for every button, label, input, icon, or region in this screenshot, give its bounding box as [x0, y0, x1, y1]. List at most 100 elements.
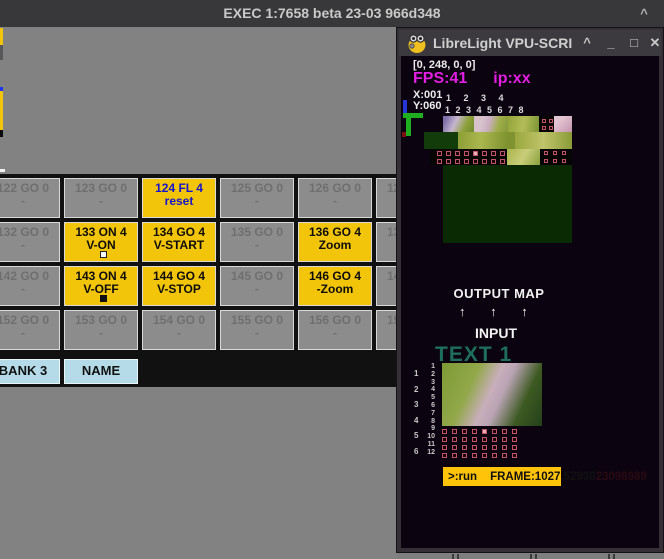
exec-button-line1: 122 GO 0	[0, 182, 59, 195]
led-indicator	[482, 151, 487, 156]
output-map-label: OUTPUT MAP	[446, 286, 552, 301]
exec-button-line2: -	[299, 195, 371, 208]
exec-button-126[interactable]: 126 GO 0-	[298, 178, 372, 218]
exec-button-132[interactable]: 132 GO 0-	[0, 222, 60, 262]
led-indicator	[462, 445, 467, 450]
exec-button-145[interactable]: 145 GO 0-	[220, 266, 294, 306]
green-corner-marker	[406, 113, 411, 136]
exec-button-line2: V-STOP	[143, 283, 215, 296]
exec-button-154[interactable]: 154 GO 0-	[142, 310, 216, 350]
led-indicator	[491, 159, 496, 164]
exec-button-123[interactable]: 123 GO 0-	[64, 178, 138, 218]
led-indicator	[549, 119, 553, 123]
led-indicator	[452, 453, 457, 458]
led-indicator	[500, 151, 505, 156]
exec-button-line2: -	[0, 327, 59, 340]
y-coordinate: Y:060	[413, 100, 442, 112]
exec-button-142[interactable]: 142 GO 0-	[0, 266, 60, 306]
led-indicator	[553, 159, 557, 163]
led-indicator	[446, 151, 451, 156]
led-indicator	[500, 159, 505, 164]
led-indicator	[473, 151, 478, 156]
led-indicator	[452, 437, 457, 442]
exec-button-line2: -	[221, 239, 293, 252]
bank-button[interactable]: BANK 3	[0, 359, 60, 384]
frame-counter-overflow: 23098989	[596, 471, 647, 483]
led-indicator	[482, 453, 487, 458]
video-thumb-tile	[458, 132, 515, 149]
shade-icon[interactable]: ^	[634, 0, 654, 27]
led-indicator	[472, 429, 477, 434]
exec-button-152[interactable]: 152 GO 0-	[0, 310, 60, 350]
name-button[interactable]: NAME	[64, 359, 138, 384]
mapping-arrows-icon: ↑ ↑ ↑	[459, 304, 528, 319]
exec-button-line2: Zoom	[299, 239, 371, 252]
row-numbers-small: 1 2 3 4 5 6 7 8 9 10 11 12	[427, 363, 435, 457]
led-indicator	[462, 453, 467, 458]
vpu-titlebar[interactable]: LibreLight VPU-SCRI ^ _ □ ✕	[399, 30, 661, 56]
exec-button-136[interactable]: 136 GO 4Zoom	[298, 222, 372, 262]
exec-button-153[interactable]: 153 GO 0-	[64, 310, 138, 350]
led-indicator	[512, 437, 517, 442]
status-bar: >:run FRAME:1027.52938 23098989	[443, 467, 561, 486]
led-indicator	[472, 437, 477, 442]
led-indicator	[512, 429, 517, 434]
exec-button-133[interactable]: 133 ON 4V-ON	[64, 222, 138, 262]
exec-button-155[interactable]: 155 GO 0-	[220, 310, 294, 350]
exec-button-144[interactable]: 144 GO 4V-STOP	[142, 266, 216, 306]
exec-button-line1: 132 GO 0	[0, 226, 59, 239]
exec-button-line2: -	[143, 327, 215, 340]
led-indicator	[442, 445, 447, 450]
background-button-edge	[608, 554, 615, 559]
background-window-sliver	[0, 28, 3, 45]
input-label: INPUT	[475, 325, 517, 341]
pixel-column-numbers: 1 2 3 4 5 6 7 8	[445, 105, 524, 115]
exec-button-line2: -	[65, 195, 137, 208]
exec-button-134[interactable]: 134 GO 4V-START	[142, 222, 216, 262]
fps-readout: FPS:41ip:xx	[413, 70, 531, 88]
led-indicator	[446, 159, 451, 164]
exec-button-line2: V-START	[143, 239, 215, 252]
exec-button-135[interactable]: 135 GO 0-	[220, 222, 294, 262]
led-indicator	[462, 437, 467, 442]
vpu-maximize-icon[interactable]: □	[624, 30, 644, 56]
vpu-minimize-icon[interactable]: _	[601, 30, 621, 56]
led-indicator	[502, 437, 507, 442]
video-thumb-tile	[507, 149, 540, 165]
led-indicator	[562, 151, 566, 155]
background-window-sliver	[0, 91, 3, 130]
exec-button-156[interactable]: 156 GO 0-	[298, 310, 372, 350]
led-indicator	[502, 445, 507, 450]
exec-button-line2: reset	[143, 195, 215, 208]
exec-button-state-indicator	[100, 251, 107, 258]
exec-button-line2: -	[221, 327, 293, 340]
led-indicator	[502, 429, 507, 434]
led-indicator	[472, 453, 477, 458]
exec-button-143[interactable]: 143 ON 4V-OFF	[64, 266, 138, 306]
led-indicator	[544, 151, 548, 155]
vpu-close-icon[interactable]: ✕	[645, 30, 664, 56]
output-preview-area	[443, 165, 572, 243]
video-thumb-tile	[508, 116, 539, 132]
led-grid-mid	[437, 151, 505, 164]
background-window-sliver	[0, 130, 3, 137]
exec-button-line2: -	[0, 283, 59, 296]
vpu-canvas: [0, 248, 0, 0] FPS:41ip:xx X:001 Y:060 1…	[401, 56, 659, 548]
output-column-numbers: 1 2 3 4	[446, 93, 504, 103]
exec-button-line2: -	[0, 195, 59, 208]
led-indicator	[452, 429, 457, 434]
video-thumb-tile	[554, 116, 572, 132]
led-indicator	[462, 429, 467, 434]
exec-titlebar: EXEC 1:7658 beta 23-03 966d348 ^	[0, 0, 664, 27]
led-indicator	[452, 445, 457, 450]
led-indicator	[512, 453, 517, 458]
exec-button-125[interactable]: 125 GO 0-	[220, 178, 294, 218]
exec-button-124[interactable]: 124 FL 4reset	[142, 178, 216, 218]
exec-button-122[interactable]: 122 GO 0-	[0, 178, 60, 218]
fps-value: FPS:41	[413, 70, 467, 87]
background-window-strip	[397, 552, 664, 559]
blue-marker-bar	[403, 100, 407, 114]
vpu-shade-icon[interactable]: ^	[577, 30, 597, 56]
video-thumb-tile	[474, 116, 508, 132]
exec-button-146[interactable]: 146 GO 4-Zoom	[298, 266, 372, 306]
